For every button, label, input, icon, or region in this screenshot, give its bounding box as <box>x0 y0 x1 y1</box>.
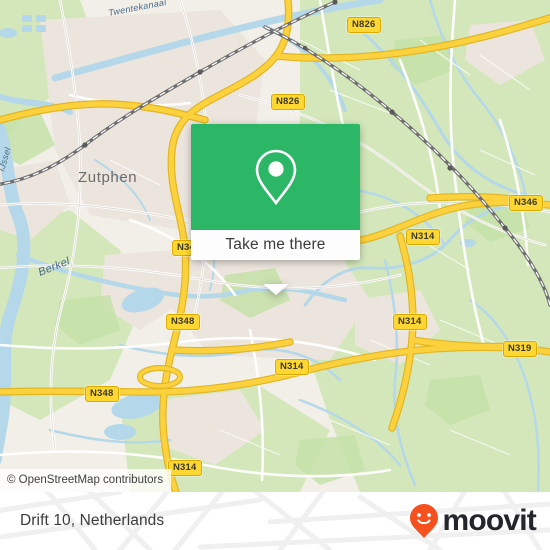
road-shield-n826-1: N826 <box>271 94 305 110</box>
road-shield-n346-2: N346 <box>509 195 543 211</box>
moovit-map-screenshot: Zutphen Twentekanaal IJssel Berkel N826 N… <box>0 0 550 550</box>
moovit-pin-smiley-icon <box>410 504 439 538</box>
address-label: Drift 10, Netherlands <box>20 512 165 529</box>
map-pin-icon <box>255 149 296 206</box>
road-shield-n314-9: N314 <box>168 460 202 476</box>
take-me-there-label: Take me there <box>225 236 326 253</box>
map-canvas[interactable]: Zutphen Twentekanaal IJssel Berkel N826 N… <box>0 0 550 492</box>
road-shield-n319-5: N319 <box>503 341 537 357</box>
road-shield-n314-4: N314 <box>393 314 427 330</box>
road-shield-n314-8: N314 <box>275 359 309 375</box>
poi-card-action[interactable]: Take me there <box>191 230 360 260</box>
moovit-logo[interactable]: moovit <box>409 492 537 550</box>
map-label-place-0: Zutphen <box>78 169 137 186</box>
road-shield-n826-0: N826 <box>347 17 381 33</box>
take-me-there-card[interactable]: Take me there <box>191 124 360 295</box>
poi-card-icon-panel <box>191 124 360 230</box>
poi-card-pointer-tail <box>262 284 289 295</box>
osm-attribution[interactable]: © OpenStreetMap contributors <box>0 469 172 492</box>
road-shield-n348-6: N348 <box>166 314 200 330</box>
road-shield-n314-3: N314 <box>406 229 440 245</box>
moovit-wordmark: moovit <box>442 504 536 537</box>
footer-bar: Drift 10, Netherlands moovit <box>0 492 550 550</box>
road-shield-n348-7: N348 <box>85 386 119 402</box>
